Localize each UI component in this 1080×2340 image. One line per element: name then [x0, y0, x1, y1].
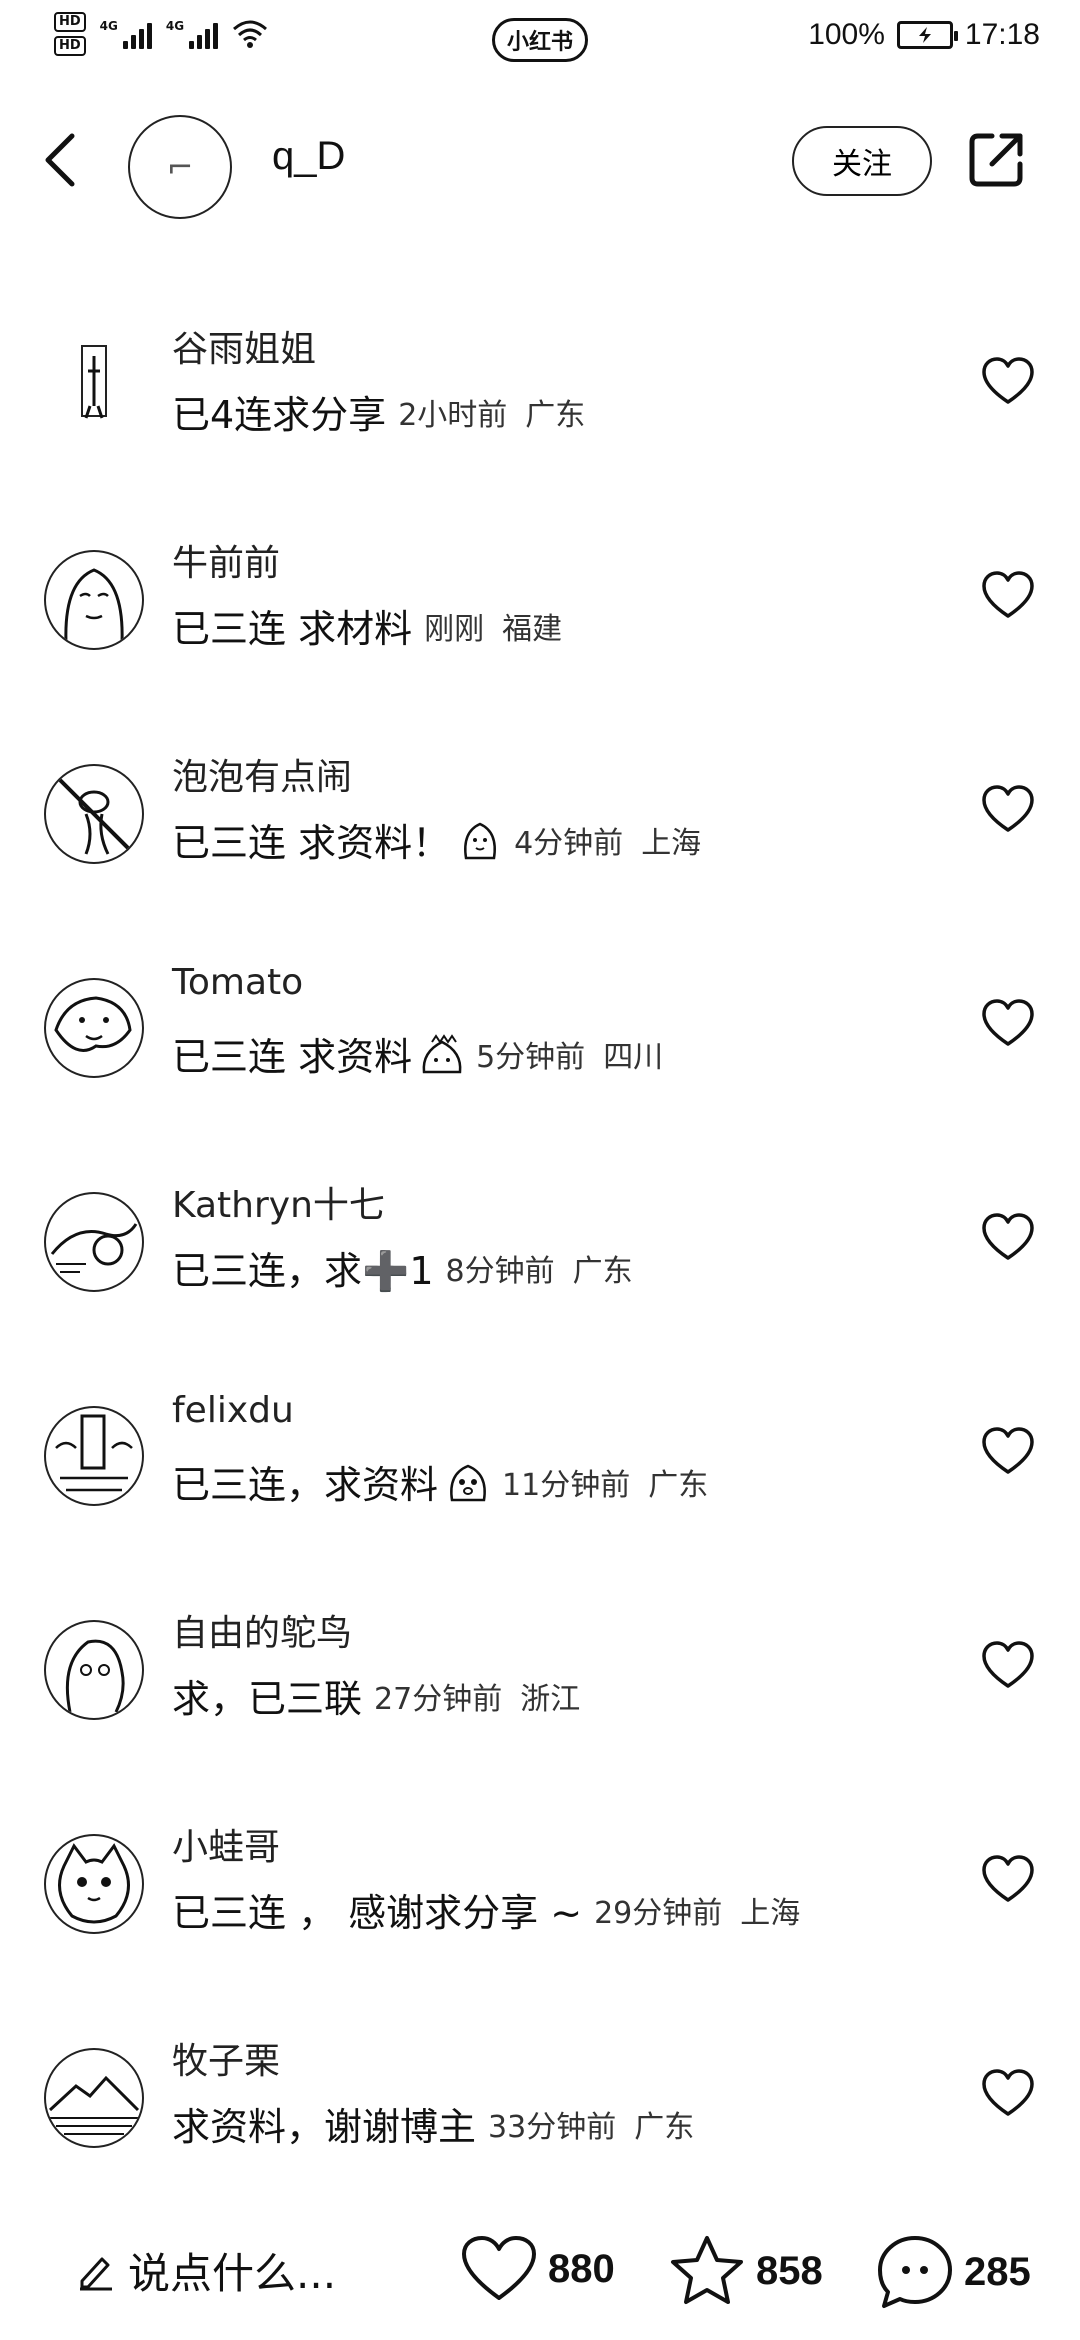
commenter-avatar[interactable]	[44, 764, 144, 864]
clock: 17:18	[964, 18, 1040, 51]
comment-item[interactable]: 泡泡有点闹 已三连 求资料！ 4分钟前 上海	[0, 728, 1080, 942]
comment-time: 2小时前	[398, 397, 508, 433]
comment-text: 求，已三联 27分钟前 浙江	[172, 1677, 581, 1721]
comment-input[interactable]: 说点什么...	[76, 2240, 336, 2301]
comment-item[interactable]: 小蛙哥 已三连 ， 感谢求分享 ~ 29分钟前 上海	[0, 1798, 1080, 2012]
comment-text: 已三连，求➕1 8分钟前 广东	[172, 1249, 633, 1293]
comment-location: 浙江	[520, 1681, 581, 1717]
commenter-avatar[interactable]	[44, 1834, 144, 1934]
author-username[interactable]: q_D	[272, 134, 345, 179]
comment-text: 已4连求分享 2小时前 广东	[172, 393, 586, 437]
comment-input-placeholder: 说点什么...	[128, 2249, 337, 2298]
commenter-avatar[interactable]	[44, 2048, 144, 2148]
comment-location: 广东	[648, 1467, 709, 1503]
author-avatar[interactable]: ⌐	[128, 115, 232, 219]
comment-count: 285	[964, 2249, 1031, 2294]
comment-item[interactable]: 牛前前 已三连 求材料 刚刚 福建	[0, 514, 1080, 728]
status-left: HD HD 4G 4G	[54, 12, 268, 56]
battery-percent: 100%	[808, 18, 885, 51]
commenter-avatar[interactable]	[44, 978, 144, 1078]
comment-location: 广东	[525, 397, 586, 433]
pencil-icon	[76, 2251, 116, 2291]
comment-time: 27分钟前	[374, 1681, 503, 1717]
like-icon[interactable]	[980, 2066, 1036, 2122]
comment-text: 求资料，谢谢博主 33分钟前 广东	[172, 2105, 695, 2149]
signal-icon: 4G	[100, 19, 152, 49]
bottom-bar: 说点什么... 880 858 285	[0, 2200, 1080, 2340]
follow-button[interactable]: 关注	[792, 126, 932, 196]
app-badge: 小红书	[492, 18, 588, 62]
commenter-avatar[interactable]	[44, 550, 144, 650]
comment-time: 29分钟前	[594, 1895, 723, 1931]
comment-bubble-icon	[876, 2234, 954, 2310]
comment-item[interactable]: Kathryn十七 已三连，求➕1 8分钟前 广东	[0, 1156, 1080, 1370]
commenter-avatar[interactable]	[44, 1620, 144, 1720]
comment-time: 33分钟前	[488, 2109, 617, 2145]
comment-location: 四川	[603, 1039, 664, 1075]
like-icon[interactable]	[980, 568, 1036, 624]
comment-time: 5分钟前	[476, 1039, 586, 1075]
like-icon[interactable]	[980, 1210, 1036, 1266]
commenter-name[interactable]: felixdu	[172, 1390, 294, 1431]
wifi-icon	[232, 19, 268, 49]
commenter-name[interactable]: Kathryn十七	[172, 1176, 385, 1228]
share-icon[interactable]	[964, 128, 1028, 192]
commenter-name[interactable]: 泡泡有点闹	[172, 748, 352, 800]
emoji-sticker-icon	[420, 1032, 464, 1076]
comment-button[interactable]: 285	[876, 2234, 1031, 2310]
commenter-name[interactable]: 牧子栗	[172, 2032, 280, 2084]
emoji-sticker-icon	[446, 1460, 490, 1504]
like-icon[interactable]	[980, 996, 1036, 1052]
star-button[interactable]: 858	[668, 2234, 823, 2308]
like-icon[interactable]	[980, 1638, 1036, 1694]
commenter-avatar[interactable]	[44, 1406, 144, 1506]
comment-location: 上海	[641, 825, 702, 861]
status-bar: HD HD 4G 4G 小红书 100% 17:18	[0, 0, 1080, 78]
star-icon	[668, 2234, 746, 2308]
like-count: 880	[548, 2246, 615, 2291]
comment-item[interactable]: 谷雨姐姐 已4连求分享 2小时前 广东	[0, 300, 1080, 514]
comment-location: 广东	[634, 2109, 695, 2145]
comment-text: 已三连 求资料 5分钟前 四川	[172, 1026, 663, 1081]
commenter-avatar[interactable]	[44, 1192, 144, 1292]
comment-location: 福建	[502, 611, 563, 647]
hd-badge-2: HD	[54, 36, 86, 56]
header: ⌐ q_D 关注	[0, 100, 1080, 220]
like-icon[interactable]	[980, 782, 1036, 838]
commenter-name[interactable]: Tomato	[172, 962, 303, 1003]
emoji-sticker-icon	[458, 818, 502, 862]
comment-time: 4分钟前	[514, 825, 624, 861]
comment-item[interactable]: felixdu 已三连，求资料 11分钟前 广东	[0, 1370, 1080, 1584]
status-right: 100% 17:18	[808, 18, 1040, 52]
comment-item[interactable]: Tomato 已三连 求资料 5分钟前 四川	[0, 942, 1080, 1156]
commenter-name[interactable]: 自由的鸵鸟	[172, 1604, 352, 1656]
commenter-name[interactable]: 小蛙哥	[172, 1818, 280, 1870]
comment-text: 已三连 求资料！ 4分钟前 上海	[172, 812, 701, 867]
commenter-avatar[interactable]	[44, 336, 144, 436]
comment-item[interactable]: 自由的鸵鸟 求，已三联 27分钟前 浙江	[0, 1584, 1080, 1798]
back-icon[interactable]	[40, 130, 80, 190]
battery-icon	[896, 21, 958, 49]
like-icon[interactable]	[980, 1424, 1036, 1480]
hd-badge-1: HD	[54, 12, 86, 32]
comment-item[interactable]: 牧子栗 求资料，谢谢博主 33分钟前 广东	[0, 2012, 1080, 2226]
comment-time: 11分钟前	[502, 1467, 631, 1503]
star-count: 858	[756, 2248, 823, 2293]
comment-text: 已三连 求材料 刚刚 福建	[172, 607, 563, 651]
commenter-name[interactable]: 谷雨姐姐	[172, 320, 316, 372]
commenter-name[interactable]: 牛前前	[172, 534, 280, 586]
comment-text: 已三连 ， 感谢求分享 ~ 29分钟前 上海	[172, 1891, 801, 1935]
like-button[interactable]: 880	[460, 2234, 615, 2304]
like-icon[interactable]	[980, 1852, 1036, 1908]
comment-time: 8分钟前	[445, 1253, 555, 1289]
like-icon[interactable]	[980, 354, 1036, 410]
signal-icon-2: 4G	[166, 19, 219, 49]
heart-icon	[460, 2234, 538, 2304]
comment-text: 已三连，求资料 11分钟前 广东	[172, 1454, 708, 1509]
comment-time: 刚刚	[424, 611, 485, 647]
comment-location: 上海	[740, 1895, 801, 1931]
comment-location: 广东	[572, 1253, 633, 1289]
